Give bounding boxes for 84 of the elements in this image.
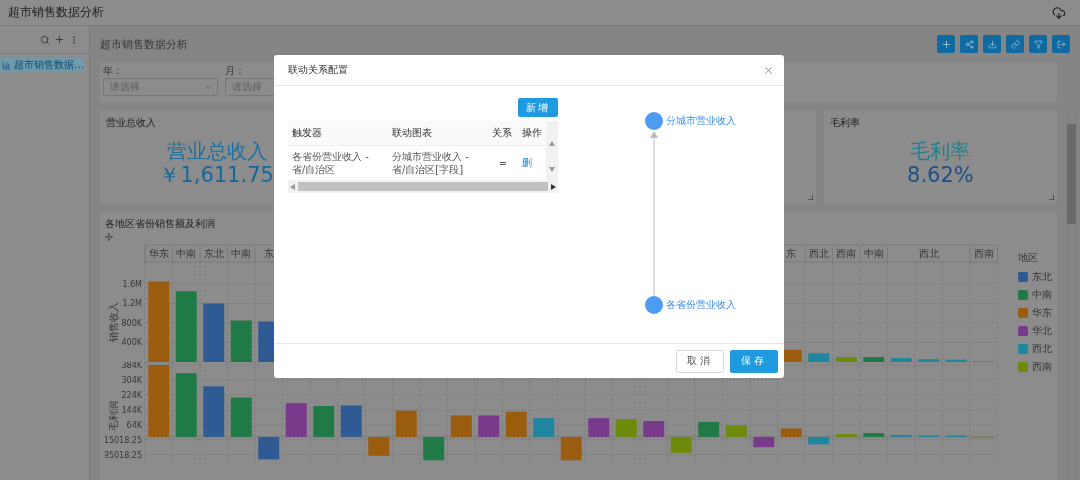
axis-title: 毛利润 <box>108 401 119 432</box>
plus-icon <box>940 38 952 50</box>
filter-icon <box>1033 39 1043 49</box>
app-title: 超市销售数据分析 <box>8 4 104 21</box>
scroll-right-icon[interactable] <box>551 183 556 190</box>
search-icon[interactable] <box>40 34 50 45</box>
scroll-down-icon[interactable] <box>549 167 555 172</box>
legend-label: 西北 <box>1032 342 1052 357</box>
table-cell-text: = <box>497 156 509 171</box>
axis-tick-label: 800K <box>121 319 142 329</box>
download-icon <box>987 39 997 49</box>
resize-handle-icon[interactable] <box>1049 195 1054 201</box>
chart-icon <box>2 60 11 70</box>
graph-node[interactable] <box>645 112 663 130</box>
axis-title: 销售收入 <box>108 302 119 343</box>
dialog-title: 联动关系配置 <box>288 63 348 77</box>
column-header: 华东 <box>148 248 169 260</box>
table-cell-text: 分城市营业收入 - 省/自治区[字段] <box>391 150 470 177</box>
share-icon <box>964 39 974 49</box>
column-header: 操作 <box>518 121 546 146</box>
scroll-up-icon[interactable] <box>549 141 555 146</box>
add-button[interactable] <box>937 35 955 53</box>
graph-node[interactable] <box>645 296 663 314</box>
download-button[interactable] <box>983 35 1001 53</box>
column-header: 西南 <box>973 248 994 260</box>
legend-label: 东北 <box>1032 270 1052 285</box>
axis-tick-label: 1.2M <box>122 299 142 309</box>
axis-tick-label: 1.6M <box>122 280 142 290</box>
exit-button[interactable] <box>1052 35 1070 53</box>
column-header: 联动图表 <box>388 121 488 146</box>
metric-value: 8.62% <box>907 162 974 188</box>
cloud-download-icon[interactable] <box>1052 5 1066 20</box>
column-header: 中南 <box>863 248 884 260</box>
plus-icon[interactable] <box>54 34 65 45</box>
metric-label: 毛利率 <box>910 139 971 163</box>
column-header: 东北 <box>203 248 224 260</box>
page-title: 超市销售数据分析 <box>100 36 188 52</box>
column-header: 东 <box>263 248 274 260</box>
axis-tick-label: 144K <box>121 406 142 416</box>
axis-tick-label: 304K <box>121 376 142 386</box>
scroll-left-icon[interactable] <box>290 183 295 190</box>
sidebar-item[interactable]: 超市销售数据… <box>0 58 84 72</box>
axis-tick-label: 64K <box>126 421 142 431</box>
move-icon[interactable] <box>105 233 113 242</box>
filter-label: 月： <box>225 65 245 77</box>
filter-label: 年： <box>103 65 123 77</box>
column-header: 西北 <box>918 248 939 260</box>
axis-tick-label: 15018.25 <box>105 436 142 446</box>
legend-label: 西南 <box>1032 360 1052 375</box>
axis-tick-label: 400K <box>121 338 142 348</box>
legend-title: 地区 <box>1018 251 1039 266</box>
link-icon <box>1010 39 1020 49</box>
save-button[interactable]: 保存 <box>730 349 778 373</box>
share-button[interactable] <box>960 35 978 53</box>
legend-label: 华北 <box>1032 324 1052 339</box>
legend-label: 中南 <box>1032 288 1052 303</box>
node-label: 分城市营业收入 <box>666 115 736 126</box>
column-header: 东 <box>786 248 797 260</box>
link-button[interactable] <box>1006 35 1024 53</box>
scrollbar-thumb[interactable] <box>298 182 548 191</box>
column-header: 关系 <box>488 121 518 146</box>
column-header: 西南 <box>836 248 857 260</box>
resize-handle-icon[interactable] <box>807 195 813 201</box>
column-header: 西北 <box>808 248 829 260</box>
card-title: 营业总收入 <box>106 115 157 130</box>
column-header: 中南 <box>231 248 252 260</box>
metric-label: 营业总收入 <box>166 139 267 163</box>
cancel-button[interactable]: 取消 <box>676 349 724 373</box>
legend-label: 华东 <box>1032 306 1052 321</box>
column-header: 中南 <box>176 248 197 260</box>
close-button[interactable] <box>763 64 774 76</box>
axis-tick-label: 384K <box>121 362 142 371</box>
axis-tick-label: 95018.25 <box>105 451 142 461</box>
axis-tick-label: 224K <box>121 391 142 401</box>
add-button[interactable]: 新增 <box>518 98 558 117</box>
chart-title: 各地区省份销售额及利润 <box>105 217 216 232</box>
node-label: 各省份营业收入 <box>666 299 736 310</box>
column-header: 触发器 <box>288 121 388 146</box>
table-cell-text: 各省份营业收入 - 省/自治区 <box>291 150 370 177</box>
card-title: 毛利率 <box>829 115 861 130</box>
delete-link[interactable]: 删 <box>518 146 546 180</box>
metric-value: ￥1,611.75 <box>159 162 274 188</box>
filter-button[interactable] <box>1029 35 1047 53</box>
exit-icon <box>1056 39 1066 49</box>
